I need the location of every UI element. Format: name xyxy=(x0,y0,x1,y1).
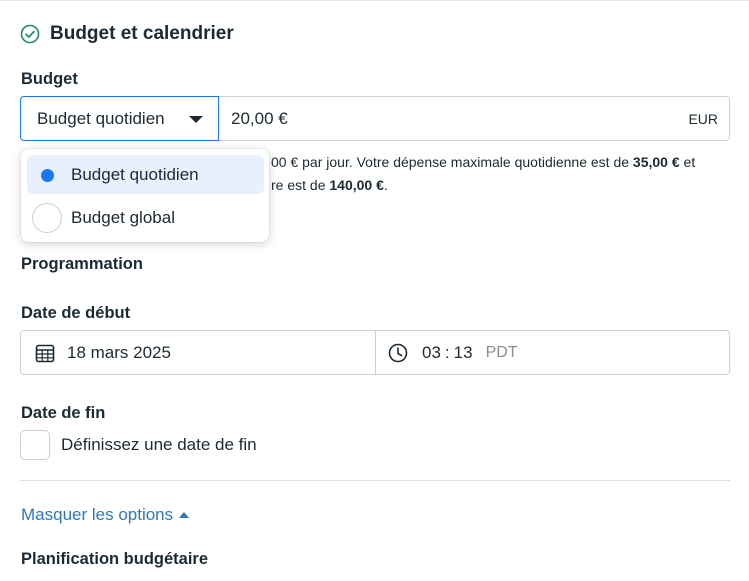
section-title: Budget et calendrier xyxy=(50,23,234,44)
start-date-label: Date de début xyxy=(21,304,131,322)
start-date-value: 18 mars 2025 xyxy=(67,342,171,362)
end-date-checkbox[interactable] xyxy=(20,430,50,460)
check-circle-icon xyxy=(20,24,40,44)
top-divider xyxy=(0,0,749,1)
budget-help-line-2: re est de 140,00 €. xyxy=(271,177,388,193)
budget-type-value: Budget quotidien xyxy=(37,108,165,128)
caret-down-icon xyxy=(189,116,203,123)
start-minute[interactable]: 13 xyxy=(454,343,473,363)
budget-help-text: 00 € par jour. Votre dépense maximale qu… xyxy=(271,151,741,197)
budget-label: Budget xyxy=(21,70,78,88)
end-date-checkbox-label[interactable]: Définissez une date de fin xyxy=(61,435,257,455)
budget-amount-input[interactable]: 20,00 € EUR xyxy=(218,96,730,141)
timezone-label: PDT xyxy=(485,343,518,361)
caret-up-icon xyxy=(179,512,190,518)
radio-unselected-icon xyxy=(32,203,62,233)
budget-amount-value: 20,00 € xyxy=(231,108,288,128)
clock-icon xyxy=(388,343,408,362)
hide-options-link[interactable]: Masquer les options xyxy=(21,505,190,525)
programmation-label: Programmation xyxy=(21,255,143,273)
calendar-icon xyxy=(35,344,55,362)
hide-options-label: Masquer les options xyxy=(21,505,174,524)
option-label: Budget global xyxy=(71,207,175,227)
budget-help-line-1: 00 € par jour. Votre dépense maximale qu… xyxy=(271,154,696,170)
radio-selected-icon xyxy=(32,160,62,190)
budget-planning-label: Planification budgétaire xyxy=(21,550,209,568)
section-header: Budget et calendrier xyxy=(20,22,234,46)
time-separator: : xyxy=(444,342,450,362)
budget-type-select[interactable]: Budget quotidien xyxy=(20,96,219,141)
start-time-input[interactable]: 03 : 13 PDT xyxy=(376,331,729,374)
section-divider xyxy=(20,480,730,481)
end-date-label: Date de fin xyxy=(21,404,106,422)
start-datetime-field: 18 mars 2025 03 : 13 PDT xyxy=(20,330,730,375)
currency-label: EUR xyxy=(688,110,718,127)
start-date-input[interactable]: 18 mars 2025 xyxy=(21,331,376,374)
option-label: Budget quotidien xyxy=(71,164,199,184)
option-budget-quotidien[interactable]: Budget quotidien xyxy=(27,155,264,194)
option-budget-global[interactable]: Budget global xyxy=(27,198,264,237)
budget-type-dropdown: Budget quotidien Budget global xyxy=(21,149,269,242)
start-hour[interactable]: 03 xyxy=(422,343,441,363)
